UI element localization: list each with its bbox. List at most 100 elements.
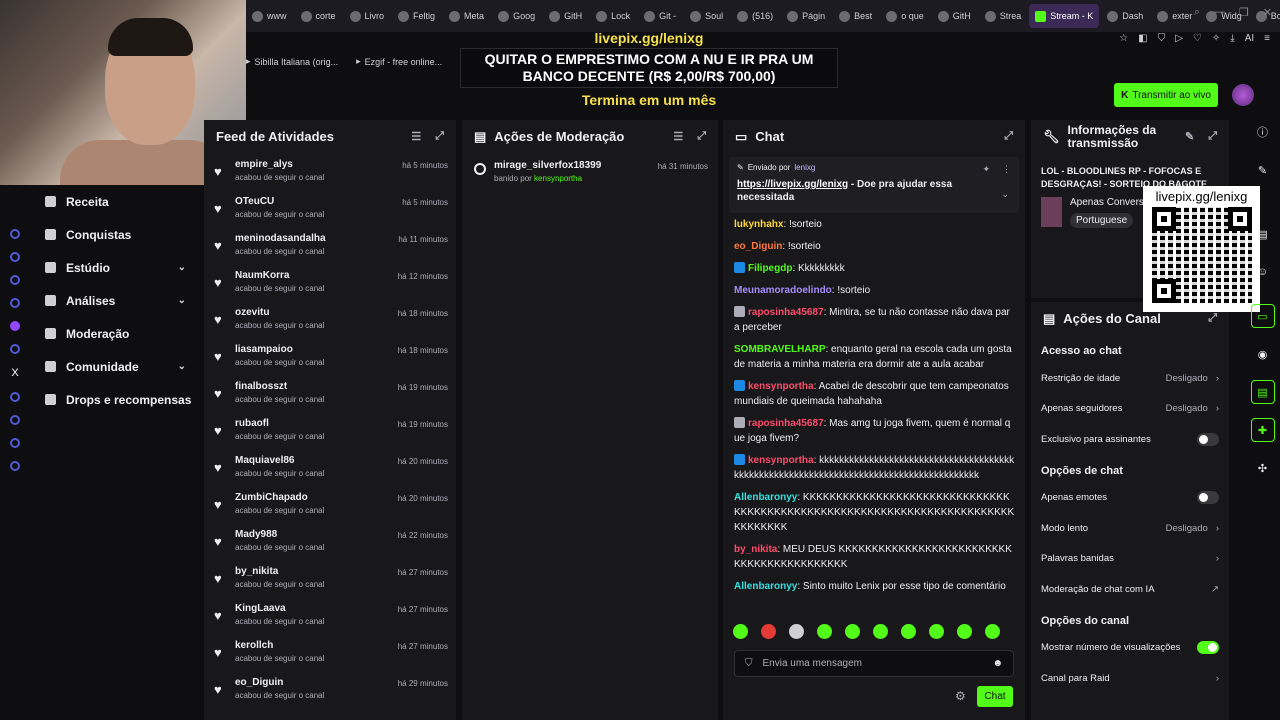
- document-icon[interactable]: ▤: [1250, 380, 1275, 404]
- chat-username[interactable]: raposinha45687: [748, 307, 824, 318]
- sidebar-item-receita[interactable]: Receita: [30, 185, 200, 218]
- chat-username[interactable]: Meunamoradoelindo: [734, 285, 832, 296]
- menu-icon[interactable]: ≡: [1264, 33, 1270, 44]
- sidebar-item-comunidade[interactable]: Comunidade ⌄: [30, 350, 200, 383]
- popout-icon[interactable]: ⤢: [1208, 130, 1217, 143]
- more-icon[interactable]: ⋮: [1002, 164, 1011, 175]
- browser-tab[interactable]: corte: [295, 4, 342, 28]
- shield-icon[interactable]: ⛉: [1158, 33, 1166, 44]
- puzzle-icon[interactable]: ✧: [1212, 33, 1220, 44]
- setting-row[interactable]: Moderação de chat com IA ↗: [1031, 574, 1229, 605]
- twitch-icon[interactable]: [10, 321, 20, 331]
- chat-username[interactable]: by_nikita: [734, 544, 777, 555]
- extension-icon[interactable]: [10, 438, 20, 448]
- x-icon[interactable]: X: [0, 367, 30, 379]
- unpin-icon[interactable]: ✦: [982, 164, 990, 175]
- browser-tab[interactable]: Meta: [443, 4, 490, 28]
- chat-username[interactable]: eo_Diguin: [734, 241, 782, 252]
- setting-row[interactable]: Exclusivo para assinantes: [1031, 424, 1229, 455]
- chat-username[interactable]: kensynportha: [748, 455, 814, 466]
- toggle-switch[interactable]: [1197, 432, 1219, 446]
- edit-icon[interactable]: ✎: [1185, 130, 1194, 143]
- browser-tab[interactable]: Stream - K: [1029, 4, 1100, 28]
- chevron-right-icon[interactable]: ›: [1216, 673, 1219, 684]
- emote-icon[interactable]: [901, 624, 916, 639]
- pinned-user[interactable]: lenixg: [794, 163, 815, 172]
- toggle-switch[interactable]: [1197, 491, 1219, 505]
- emote-icon[interactable]: [761, 624, 776, 639]
- sidebar-item-drops-e-recompensas[interactable]: Drops e recompensas: [30, 383, 200, 416]
- compass-icon[interactable]: ✣: [1251, 456, 1275, 480]
- filter-icon[interactable]: ☰: [411, 130, 421, 143]
- sidebar-item-modera-o[interactable]: Moderação: [30, 317, 200, 350]
- popout-icon[interactable]: ⤢: [1208, 312, 1217, 325]
- target-icon[interactable]: ◉: [1251, 342, 1275, 366]
- emote-icon[interactable]: [957, 624, 972, 639]
- chat-username[interactable]: Allenbaronyy: [734, 581, 797, 592]
- browser-tab[interactable]: Lock: [590, 4, 636, 28]
- browser-tab[interactable]: Soul: [684, 4, 729, 28]
- setting-row[interactable]: Modo lento Desligado ›: [1031, 513, 1229, 544]
- go-live-button[interactable]: K Transmitir ao vivo: [1114, 83, 1218, 107]
- setting-row[interactable]: Apenas seguidores Desligado ›: [1031, 394, 1229, 425]
- browser-tab[interactable]: Dash: [1101, 4, 1149, 28]
- setting-row[interactable]: Restrição de idade Desligado ›: [1031, 363, 1229, 394]
- extension-icon[interactable]: [10, 229, 20, 239]
- chevron-right-icon[interactable]: ›: [1216, 373, 1219, 384]
- emote-icon[interactable]: [845, 624, 860, 639]
- percent-icon[interactable]: [10, 344, 20, 354]
- browser-tab[interactable]: (516): [731, 4, 779, 28]
- emote-icon[interactable]: [789, 624, 804, 639]
- browser-tab[interactable]: Págin: [781, 4, 831, 28]
- browser-tab[interactable]: exter: [1151, 4, 1198, 28]
- browser-tab[interactable]: Goog: [492, 4, 541, 28]
- send-chat-button[interactable]: Chat: [977, 686, 1013, 707]
- browser-tab[interactable]: Feltig: [392, 4, 441, 28]
- extension-icon[interactable]: ◧: [1138, 33, 1147, 44]
- chat-username[interactable]: Allenbaronyy: [734, 492, 797, 503]
- ai-button[interactable]: AI: [1245, 33, 1254, 44]
- setting-row[interactable]: Canal para Raid ›: [1031, 663, 1229, 694]
- emote-icon[interactable]: [929, 624, 944, 639]
- moderator-name[interactable]: kensynportha: [534, 174, 582, 183]
- close-icon[interactable]: ✕: [1263, 6, 1272, 19]
- chat-icon[interactable]: ▭: [1250, 304, 1275, 328]
- sidebar-item-conquistas[interactable]: Conquistas: [30, 218, 200, 251]
- chevron-down-icon[interactable]: ⌄: [178, 295, 186, 306]
- popout-icon[interactable]: ⤢: [1004, 130, 1013, 143]
- chevron-down-icon[interactable]: ⌄: [178, 262, 186, 273]
- chat-username[interactable]: kensynportha: [748, 381, 814, 392]
- sidebar-item-est-dio[interactable]: Estúdio ⌄: [30, 251, 200, 284]
- setting-row[interactable]: Apenas emotes: [1031, 483, 1229, 514]
- chevron-right-icon[interactable]: ›: [1216, 553, 1219, 564]
- chevron-down-icon[interactable]: ⌄: [1001, 189, 1009, 200]
- browser-tab[interactable]: Git -: [638, 4, 682, 28]
- settings-icon[interactable]: [10, 461, 20, 471]
- avatar[interactable]: [1232, 84, 1254, 106]
- user-icon[interactable]: ☺: [1251, 260, 1275, 284]
- extension-icon[interactable]: [10, 275, 20, 285]
- download-icon[interactable]: ⤓: [1230, 33, 1234, 44]
- browser-tab[interactable]: GitH: [932, 4, 977, 28]
- bookmark-star-icon[interactable]: ☆: [1119, 33, 1128, 44]
- emoji-icon[interactable]: ☻: [992, 658, 1003, 669]
- chevron-right-icon[interactable]: ›: [1216, 523, 1219, 534]
- extension-icon[interactable]: [10, 252, 20, 262]
- chat-input[interactable]: ⛉ Envia uma mensagem ☻: [734, 650, 1014, 677]
- heart-icon[interactable]: ♡: [1193, 33, 1202, 44]
- filter-icon[interactable]: ☰: [673, 130, 683, 143]
- emote-icon[interactable]: [733, 624, 748, 639]
- emote-icon[interactable]: [817, 624, 832, 639]
- setting-row[interactable]: Mostrar número de visualizações: [1031, 633, 1229, 664]
- search-icon[interactable]: ⌕: [1194, 6, 1200, 19]
- emote-icon[interactable]: [985, 624, 1000, 639]
- info-icon[interactable]: ⓘ: [1251, 120, 1275, 144]
- chevron-down-icon[interactable]: ⌄: [178, 361, 186, 372]
- chevron-right-icon[interactable]: ›: [1216, 403, 1219, 414]
- wrench-icon[interactable]: ✚: [1250, 418, 1275, 442]
- toggle-switch[interactable]: [1197, 641, 1219, 655]
- extension-icon[interactable]: [10, 392, 20, 402]
- gear-icon[interactable]: ⚙: [955, 689, 966, 703]
- bookmark-item[interactable]: ▸ Sibilla Italiana (orig...: [246, 56, 338, 67]
- play-icon[interactable]: ▷: [1175, 33, 1183, 44]
